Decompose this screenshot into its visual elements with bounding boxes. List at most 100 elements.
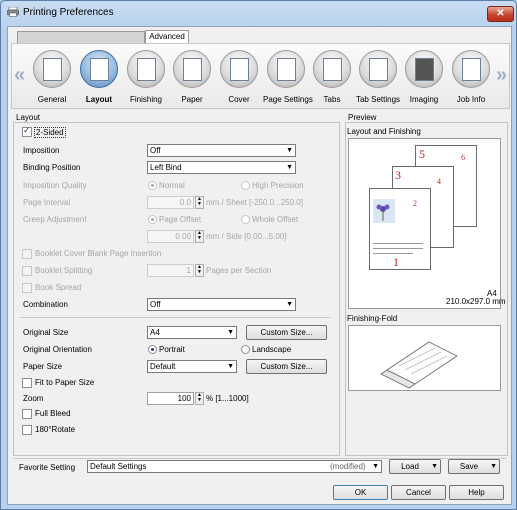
tab-tabs[interactable]: Tabs [309,50,355,104]
binding-position-select[interactable]: Left Bind ▼ [147,161,296,174]
chevron-down-icon: ▼ [286,164,293,171]
page-number-2: 2 [413,199,417,208]
page-interval-input[interactable]: 0.0 [147,196,194,209]
load-button[interactable]: Load ▼ [389,459,441,474]
rotate-180-label: 180°Rotate [35,425,76,434]
paper-icon [173,50,211,88]
page-number-3: 3 [395,168,401,182]
text-line [373,253,413,254]
chevron-down-icon: ▼ [431,463,438,470]
tab-tab-settings[interactable]: Tab Settings [355,50,401,104]
custom-size-button-2[interactable]: Custom Size... [246,359,327,374]
pages-per-section-input[interactable]: 1 [147,264,194,277]
layout-group-title: Layout [16,113,41,122]
imposition-label: Imposition [23,146,60,155]
binding-position-label: Binding Position [23,163,81,172]
tab-imaging-label: Imaging [409,95,439,104]
tab-layout[interactable]: Layout [76,50,122,104]
finishing-icon [127,50,165,88]
booklet-splitting-checkbox[interactable] [22,266,32,276]
paper-dimensions: 210.0x297.0 mm [446,297,506,306]
zoom-label: Zoom [23,394,44,403]
tab-imaging[interactable]: Imaging [401,50,447,104]
layout-finishing-heading: Layout and Finishing [347,127,421,136]
combination-select[interactable]: Off ▼ [147,298,296,311]
two-sided-checkbox[interactable] [22,125,32,137]
portrait-radio[interactable] [148,345,157,354]
page-number-1: 1 [393,255,399,269]
window-title: Printing Preferences [23,7,114,18]
zoom-unit: % [1...1000] [206,394,249,403]
portrait-label: Portrait [159,345,185,354]
two-sided-label: 2-Sided [34,127,66,138]
zoom-input[interactable]: 100 [147,392,194,405]
flower-image [373,199,395,223]
landscape-radio[interactable] [241,345,250,354]
tab-paper[interactable]: Paper [169,50,215,104]
tab-advanced[interactable]: Advanced [145,30,189,43]
imposition-select[interactable]: Off ▼ [147,144,296,157]
tab-settings-icon [359,50,397,88]
imposition-value: Off [150,146,161,155]
book-spread-checkbox[interactable] [22,283,32,293]
general-icon [33,50,71,88]
tab-general-label: General [37,95,67,104]
creep-value-input[interactable]: 0.00 [147,230,194,243]
tab-finishing[interactable]: Finishing [123,50,169,104]
quality-normal-radio[interactable] [148,181,157,190]
printer-icon [7,6,19,17]
tab-cover[interactable]: Cover [216,50,262,104]
folded-paper-icon [380,341,458,389]
rotate-180-checkbox[interactable] [22,425,32,435]
fit-to-paper-checkbox[interactable] [22,378,32,388]
creep-value-unit: mm / Side [0.00...5.00] [206,232,287,241]
ok-button[interactable]: OK [333,485,388,500]
job-info-icon [452,50,490,88]
favorite-setting-value: Default Settings [90,462,147,471]
booklet-cover-blank-checkbox[interactable] [22,249,32,259]
full-bleed-checkbox[interactable] [22,409,32,419]
close-button[interactable]: ✕ [487,6,514,22]
paper-size-select[interactable]: Default ▼ [147,360,237,373]
creep-adjustment-label: Creep Adjustment [23,215,87,224]
scroll-left-icon[interactable]: « [14,64,25,87]
tab-page-settings-label: Page Settings [263,95,313,104]
landscape-label: Landscape [252,345,292,354]
original-size-select[interactable]: A4 ▼ [147,326,237,339]
page-interval-spinner[interactable]: ▲ ▼ [195,196,204,209]
help-button[interactable]: Help [449,485,504,500]
creep-whole-offset-radio[interactable] [241,215,250,224]
quality-high-radio[interactable] [241,181,250,190]
feature-icon-bar: « » General Layout Finishing Paper Cover [11,43,510,109]
finishing-fold-heading: Finishing-Fold [347,314,398,323]
preview-group-title: Preview [348,113,377,122]
fit-to-paper-label: Fit to Paper Size [35,378,95,387]
chevron-down-icon: ▼ [227,363,234,370]
cover-icon [220,50,258,88]
favorite-setting-label: Favorite Setting [19,463,76,472]
tab-tabs-label: Tabs [323,95,341,104]
original-orientation-label: Original Orientation [23,345,92,354]
pages-per-section-label: Pages per Section [206,266,272,275]
favorite-setting-select[interactable]: Default Settings (modified) ▼ [87,460,382,473]
page-interval-label: Page Interval [23,198,71,207]
creep-value-spinner[interactable]: ▲ ▼ [195,230,204,243]
custom-size-button-1[interactable]: Custom Size... [246,325,327,340]
chevron-down-icon: ▼ [227,329,234,336]
save-button[interactable]: Save ▼ [448,459,500,474]
zoom-spinner[interactable]: ▲ ▼ [195,392,204,405]
tab-page-settings[interactable]: Page Settings [263,50,313,104]
chevron-down-icon: ▼ [372,463,379,470]
paper-size-label: Paper Size [23,362,63,371]
tab-cover-label: Cover [228,95,250,104]
close-icon: ✕ [496,8,505,19]
save-button-label: Save [459,462,479,471]
creep-page-offset-radio[interactable] [148,215,157,224]
scroll-right-icon[interactable]: » [496,64,507,87]
tab-job-info[interactable]: Job Info [448,50,494,104]
page-settings-icon [267,50,305,88]
imaging-icon [405,50,443,88]
pages-per-section-spinner[interactable]: ▲ ▼ [195,264,204,277]
cancel-button[interactable]: Cancel [391,485,446,500]
tab-general[interactable]: General [29,50,75,104]
